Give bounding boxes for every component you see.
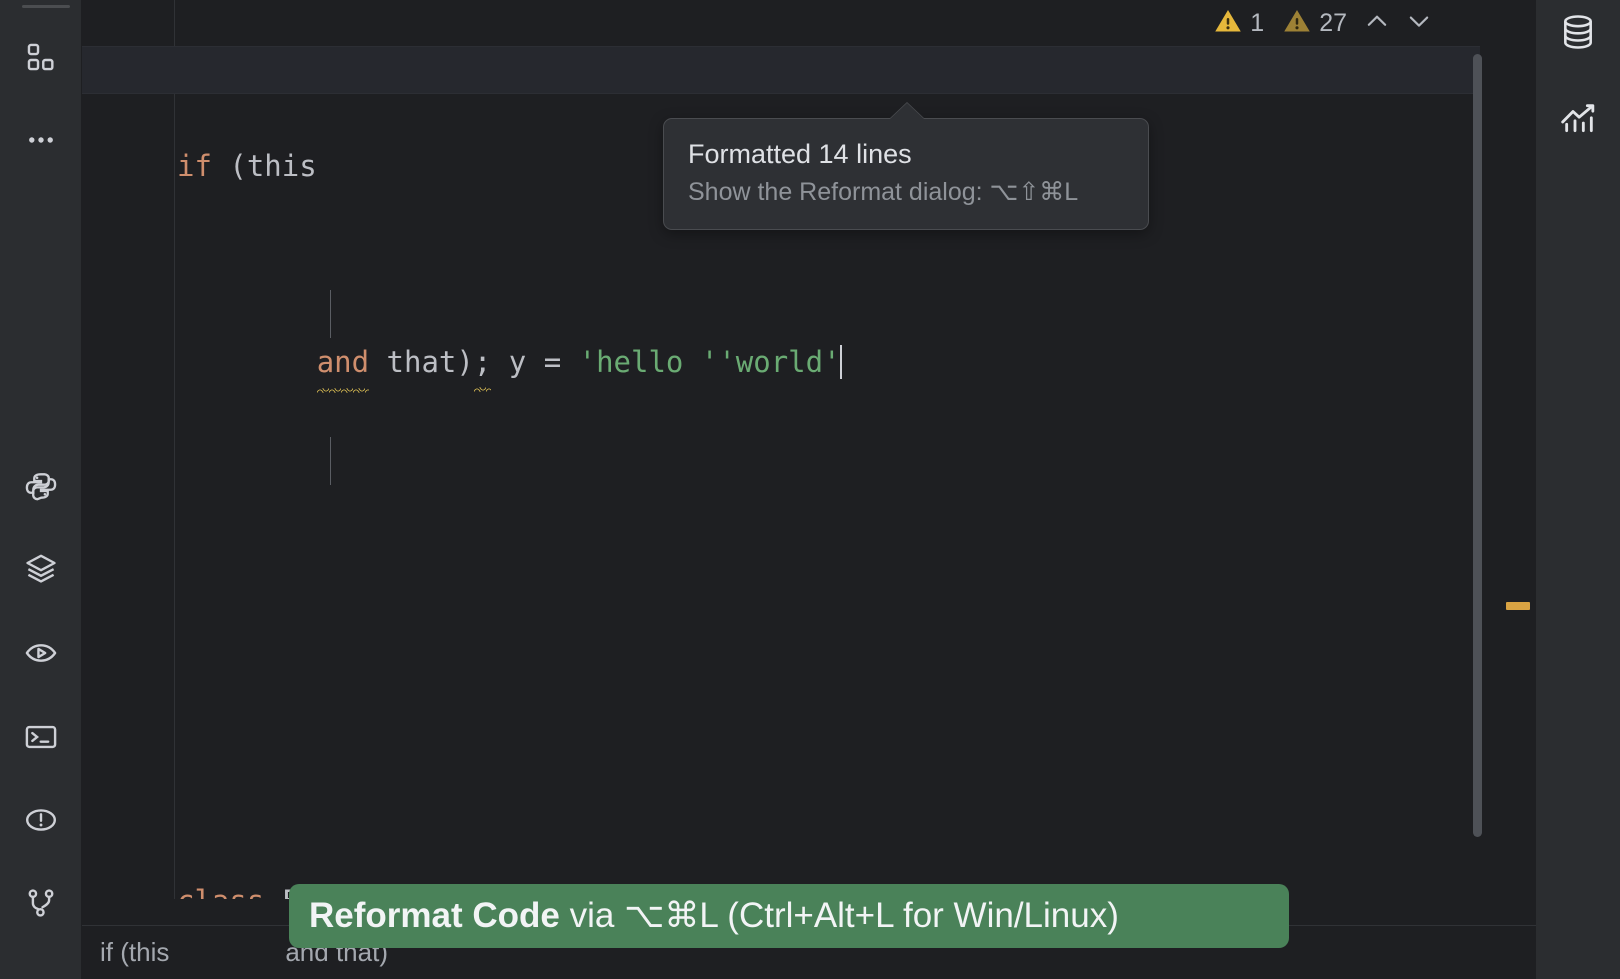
database-layers-icon — [23, 551, 59, 587]
warning-count-label: 27 — [1319, 9, 1347, 38]
sidebar-item-version-control[interactable] — [0, 875, 82, 931]
token-semicolon: ; — [474, 338, 491, 387]
ide-window: if (this and that); y = 'hello ''world' … — [0, 0, 1620, 979]
error-count-button[interactable]: 1 — [1204, 0, 1273, 46]
banner-rest-label: via ⌥⌘L (Ctrl+Alt+L for Win/Linux) — [560, 896, 1119, 935]
more-options-icon — [24, 123, 58, 157]
balloon-arrow — [890, 103, 924, 119]
sidebar-item-problems[interactable] — [0, 792, 82, 848]
token-keyword-class: class — [177, 884, 264, 899]
editor-scrollbar-thumb[interactable] — [1473, 54, 1482, 837]
stripe-warning-marker[interactable] — [1506, 602, 1530, 610]
previous-problem-button[interactable] — [1356, 0, 1398, 46]
python-packages-icon — [23, 468, 59, 504]
error-stripe-track[interactable] — [1484, 46, 1536, 899]
code-line-4[interactable] — [176, 681, 842, 730]
problems-icon — [23, 802, 59, 838]
database-icon — [1558, 12, 1598, 57]
code-editor[interactable]: if (this and that); y = 'hello ''world' … — [82, 0, 1536, 979]
banner-text: Reformat Code via ⌥⌘L (Ctrl+Alt+L for Wi… — [309, 896, 1119, 936]
token-keyword-if: if — [177, 149, 212, 183]
warning-triangle-icon — [1282, 6, 1312, 41]
chevron-down-icon — [1404, 6, 1434, 41]
sidebar-item-more[interactable] — [0, 112, 82, 168]
editor-scrollbar-track[interactable] — [1470, 46, 1484, 899]
error-count-label: 1 — [1250, 9, 1264, 38]
right-activity-bar — [1536, 0, 1620, 979]
warning-count-button[interactable]: 27 — [1273, 0, 1356, 46]
banner-bold-label: Reformat Code — [309, 896, 560, 935]
sidebar-item-run[interactable] — [0, 625, 82, 681]
token-string-hello: 'hello ' — [579, 345, 719, 379]
sidebar-item-terminal[interactable] — [0, 709, 82, 765]
run-icon — [23, 635, 59, 671]
sidebar-item-project[interactable] — [0, 30, 82, 86]
token-y-assign: y = — [491, 345, 578, 379]
terminal-icon — [23, 719, 59, 755]
chart-icon — [1558, 98, 1598, 143]
reformat-notification-balloon: Formatted 14 lines Show the Reformat dia… — [663, 118, 1149, 230]
sidebar-item-database[interactable] — [1536, 4, 1620, 64]
breadcrumb-item-0[interactable]: if (this — [82, 937, 185, 968]
sidebar-item-profiler[interactable] — [1536, 90, 1620, 150]
left-activity-bar — [0, 0, 82, 979]
project-structure-icon — [24, 41, 58, 75]
balloon-subtitle: Show the Reformat dialog: ⌥⇧⌘L — [688, 175, 1126, 209]
text-caret — [840, 345, 842, 379]
sidebar-item-python-packages[interactable] — [0, 458, 82, 514]
code-line-3[interactable] — [176, 534, 842, 583]
editor-gutter[interactable] — [82, 0, 175, 899]
version-control-icon — [23, 885, 59, 921]
chevron-up-icon — [1362, 6, 1392, 41]
code-line-2[interactable]: and that); y = 'hello ''world' — [176, 338, 842, 387]
sidebar-resize-handle[interactable] — [22, 5, 70, 8]
token-that: that) — [369, 345, 474, 379]
inspection-widget: 1 27 — [1204, 0, 1452, 46]
warning-triangle-icon — [1213, 6, 1243, 41]
token-keyword-and: and — [317, 338, 369, 387]
balloon-title: Formatted 14 lines — [688, 136, 1126, 172]
reformat-code-banner: Reformat Code via ⌥⌘L (Ctrl+Alt+L for Wi… — [289, 884, 1289, 948]
next-problem-button[interactable] — [1398, 0, 1440, 46]
token-string-world: 'world' — [718, 345, 840, 379]
token-this: (this — [212, 149, 317, 183]
sidebar-item-structure[interactable] — [0, 541, 82, 597]
